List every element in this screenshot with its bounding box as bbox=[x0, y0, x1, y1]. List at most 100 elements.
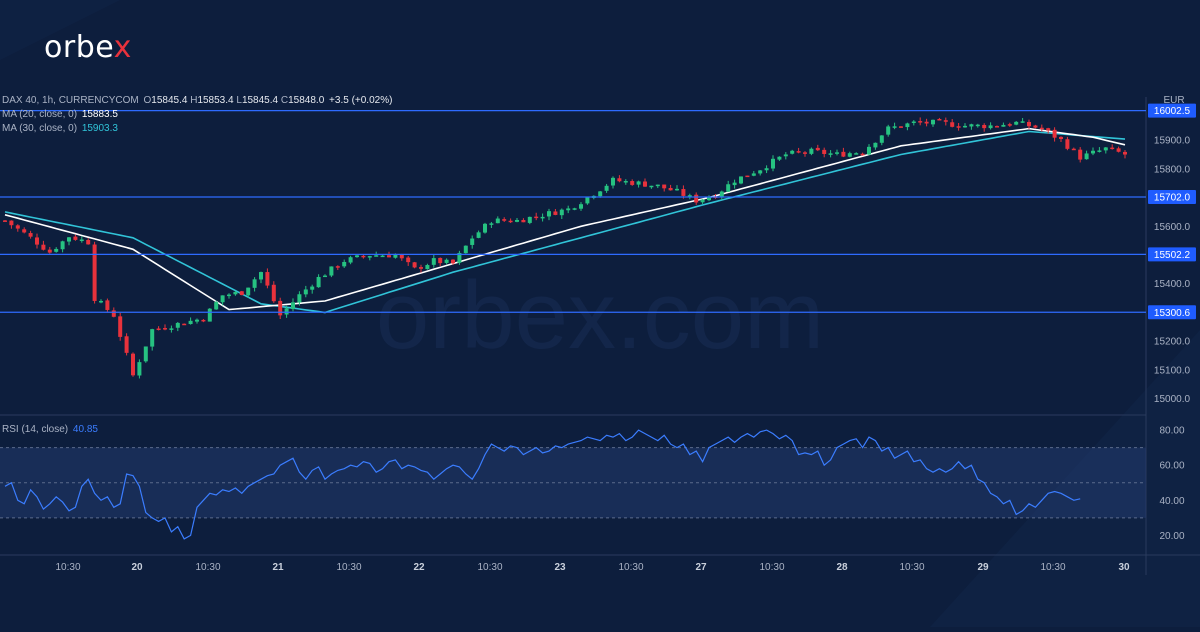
candle-body bbox=[188, 320, 193, 325]
candle-body bbox=[643, 181, 647, 187]
time-tick-label: 29 bbox=[977, 562, 989, 573]
candle bbox=[335, 265, 340, 271]
candle-body bbox=[809, 148, 814, 154]
candle-body bbox=[15, 225, 20, 229]
candle-body bbox=[835, 152, 839, 154]
candle bbox=[118, 312, 123, 341]
candle bbox=[54, 247, 59, 253]
candle-body bbox=[1033, 125, 1038, 128]
candle bbox=[732, 179, 737, 189]
candle-body bbox=[822, 149, 827, 154]
candle bbox=[611, 176, 615, 189]
candle-body bbox=[956, 126, 961, 128]
candle bbox=[150, 328, 155, 351]
high-value: 15853.4 bbox=[197, 95, 234, 106]
candle bbox=[1091, 147, 1095, 156]
candle-body bbox=[1065, 139, 1070, 149]
candle-body bbox=[175, 322, 180, 328]
candle bbox=[668, 184, 673, 191]
chart-stage: orbex.com 16002.5 15702.0 15502.2 15300.6 1… bbox=[0, 0, 1200, 627]
candle-body bbox=[873, 142, 878, 148]
candle bbox=[815, 144, 820, 152]
rsi-label: RSI (14, close) bbox=[2, 424, 69, 435]
logo-text: orbe bbox=[44, 30, 114, 65]
candle-body bbox=[924, 121, 929, 124]
candle bbox=[163, 324, 167, 331]
candle-body bbox=[35, 237, 39, 245]
candle bbox=[1052, 127, 1057, 142]
candle bbox=[751, 170, 756, 177]
candle-body bbox=[425, 265, 430, 270]
candle bbox=[9, 220, 14, 229]
candle bbox=[809, 147, 814, 156]
candle bbox=[847, 151, 852, 158]
candle-body bbox=[969, 124, 974, 127]
candle-body bbox=[310, 286, 315, 290]
candle-body bbox=[502, 219, 507, 221]
candle-body bbox=[611, 177, 615, 186]
candle bbox=[559, 208, 564, 219]
candle-body bbox=[521, 220, 526, 223]
candle-body bbox=[815, 147, 820, 151]
candle bbox=[643, 178, 647, 187]
time-tick-label: 28 bbox=[836, 562, 848, 573]
candle-body bbox=[534, 216, 539, 219]
candle-body bbox=[470, 238, 475, 245]
candle-body bbox=[182, 323, 187, 326]
candle-body bbox=[771, 158, 775, 169]
candle-body bbox=[444, 259, 449, 263]
candle bbox=[457, 250, 462, 265]
candle bbox=[195, 318, 199, 324]
candle bbox=[963, 123, 967, 128]
candle-body bbox=[22, 229, 27, 233]
candle bbox=[342, 259, 347, 268]
candle-body bbox=[201, 319, 206, 322]
candle bbox=[79, 236, 84, 243]
candle-body bbox=[143, 346, 148, 362]
candle-body bbox=[3, 220, 7, 222]
candle bbox=[323, 274, 327, 278]
candle-body bbox=[214, 302, 219, 310]
candle bbox=[937, 117, 942, 121]
candle-body bbox=[796, 151, 801, 153]
candle-body bbox=[1123, 151, 1127, 155]
candle bbox=[655, 184, 660, 189]
candle bbox=[662, 184, 667, 192]
candle-body bbox=[1084, 153, 1089, 160]
candle bbox=[790, 149, 795, 155]
candle-body bbox=[150, 329, 155, 347]
candle-body bbox=[111, 310, 116, 317]
candle-body bbox=[1039, 127, 1044, 130]
candle bbox=[271, 281, 276, 303]
candle bbox=[553, 208, 558, 216]
candle bbox=[28, 230, 33, 239]
candle bbox=[905, 122, 910, 131]
candle-body bbox=[617, 178, 622, 182]
candle-body bbox=[92, 244, 97, 301]
price-tick-label: 15200.0 bbox=[1154, 337, 1191, 348]
candle-body bbox=[86, 239, 91, 245]
candle-body bbox=[1097, 150, 1102, 152]
candle-body bbox=[899, 126, 903, 128]
candle-body bbox=[988, 125, 993, 129]
candle-body bbox=[828, 153, 833, 155]
candle bbox=[579, 202, 583, 211]
candle bbox=[182, 323, 187, 326]
watermark-text: orbex.com bbox=[376, 262, 824, 369]
candle bbox=[969, 123, 974, 130]
candle-body bbox=[540, 216, 545, 219]
candle bbox=[47, 246, 52, 254]
candle bbox=[892, 122, 897, 130]
candle-body bbox=[879, 135, 884, 143]
candle-body bbox=[758, 170, 763, 174]
candle bbox=[745, 175, 750, 178]
candle-body bbox=[937, 118, 942, 121]
candle bbox=[355, 255, 359, 258]
candle bbox=[329, 266, 334, 278]
candle bbox=[726, 180, 731, 193]
candle-body bbox=[1020, 121, 1025, 123]
candle bbox=[1033, 124, 1038, 129]
candle bbox=[201, 318, 206, 323]
candle-body bbox=[9, 220, 14, 226]
candle bbox=[982, 123, 987, 132]
